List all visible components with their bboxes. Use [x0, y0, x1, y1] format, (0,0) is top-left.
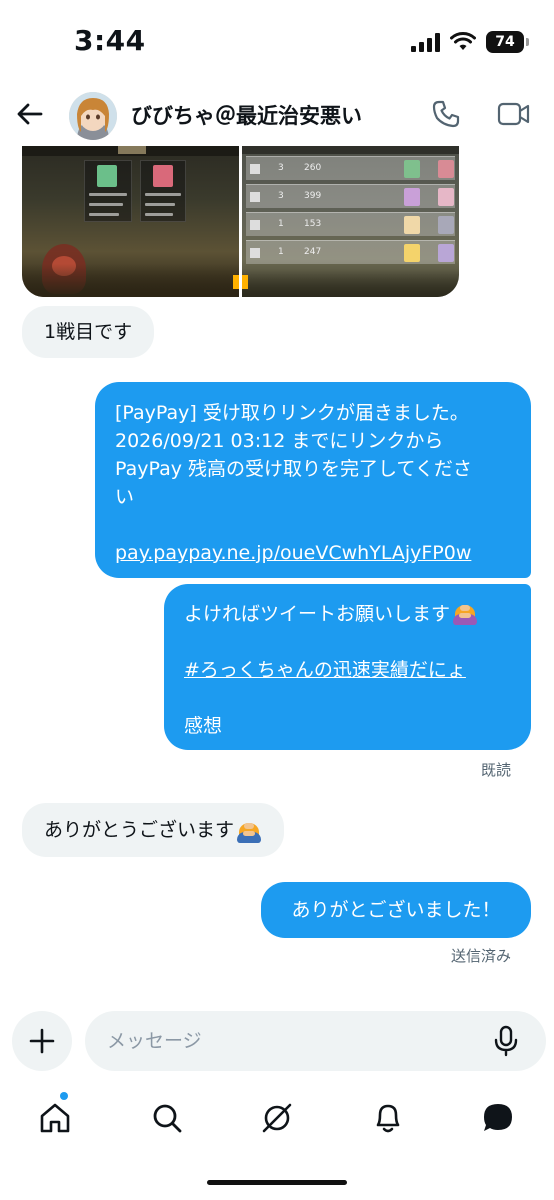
read-receipt: 既読 — [480, 761, 511, 779]
message-text-line: 2026/09/21 03:12 までにリンクから — [115, 430, 444, 452]
video-camera-icon — [497, 102, 530, 126]
result-card — [140, 160, 186, 222]
ranking-row: 3 399 — [246, 184, 455, 208]
message-text: ありがとございました！ — [291, 899, 501, 921]
message-text: ありがとうございます — [44, 819, 235, 841]
shared-image-group[interactable]: 3 260 3 399 1 153 1 247 — [22, 146, 459, 297]
arrow-left-icon — [17, 103, 43, 125]
avatar[interactable] — [69, 92, 117, 140]
incoming-message[interactable]: ありがとうございます — [22, 803, 285, 857]
microphone-icon — [494, 1025, 518, 1057]
outgoing-message[interactable]: よければツイートお願いします #ろっくちゃんの迅速実績だにょ 感想 — [164, 584, 531, 750]
outgoing-message[interactable]: ありがとございました！ — [261, 882, 531, 938]
message-text-line: い — [115, 486, 135, 508]
nav-grok[interactable] — [257, 1098, 297, 1138]
shared-image-2[interactable]: 3 260 3 399 1 153 1 247 — [242, 146, 459, 297]
incoming-message[interactable]: 1戦目です — [22, 306, 155, 358]
person-bowing-emoji — [452, 599, 478, 625]
message-text-line: PayPay 残高の受け取りを完了してくださ — [115, 458, 472, 480]
back-button[interactable] — [12, 96, 48, 132]
message-text: 1戦目です — [44, 321, 133, 343]
home-icon — [40, 1103, 70, 1133]
conversation-header: びびちゃ＠最近治安悪い — [0, 84, 554, 146]
nav-notifications[interactable] — [368, 1098, 408, 1138]
ranking-row: 1 247 — [246, 240, 455, 264]
bottom-navigation — [0, 1084, 554, 1150]
result-card — [84, 160, 132, 222]
message-composer — [0, 1008, 554, 1074]
shared-image-1[interactable] — [22, 146, 239, 297]
message-input[interactable] — [85, 1011, 546, 1071]
notification-dot — [60, 1092, 68, 1100]
wifi-icon — [450, 32, 476, 50]
sent-status: 送信済み — [450, 947, 511, 965]
status-time: 3:44 — [74, 24, 146, 57]
plus-icon — [29, 1028, 55, 1054]
add-media-button[interactable] — [12, 1011, 72, 1071]
ranking-row: 3 260 — [246, 156, 455, 180]
message-text-line: [PayPay] 受け取りリンクが届きました。 — [115, 402, 469, 424]
conversation-name[interactable]: びびちゃ＠最近治安悪い — [131, 100, 362, 130]
grok-icon — [262, 1103, 292, 1133]
message-text-line: 感想 — [184, 715, 223, 737]
nav-home[interactable] — [35, 1098, 75, 1138]
ranking-row: 1 153 — [246, 212, 455, 236]
voice-message-button[interactable] — [488, 1023, 524, 1059]
person-bowing-emoji — [236, 817, 262, 843]
status-bar: 3:44 74 — [0, 0, 554, 84]
video-call-button[interactable] — [494, 96, 534, 132]
messages-icon — [484, 1104, 512, 1131]
message-text-line: よければツイートお願いします — [184, 603, 451, 625]
battery-icon: 74 — [486, 31, 529, 53]
bell-icon — [376, 1104, 400, 1133]
nav-messages[interactable] — [478, 1098, 518, 1138]
status-icons: 74 — [411, 28, 529, 56]
cellular-signal-icon — [411, 32, 440, 52]
hashtag-link[interactable]: #ろっくちゃんの迅速実績だにょ — [184, 659, 466, 681]
paypay-link[interactable]: pay.paypay.ne.jp/oueVCwhYLAjyFP0w — [115, 542, 471, 564]
phone-icon — [432, 100, 460, 128]
avatar-image — [69, 92, 117, 140]
search-icon — [153, 1104, 182, 1133]
nav-search[interactable] — [147, 1098, 187, 1138]
home-indicator — [207, 1180, 347, 1185]
battery-level: 74 — [495, 34, 515, 50]
call-button[interactable] — [428, 96, 464, 132]
outgoing-message[interactable]: [PayPay] 受け取りリンクが届きました。 2026/09/21 03:12… — [95, 382, 531, 578]
